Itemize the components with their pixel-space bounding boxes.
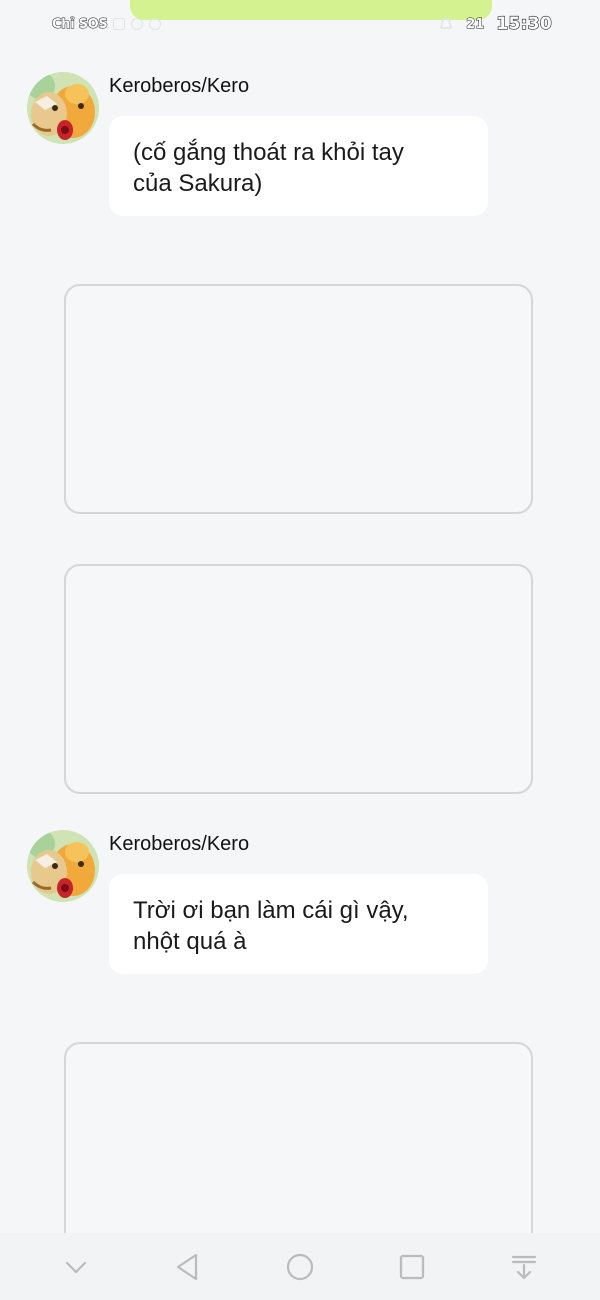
battery-level: 21 — [466, 16, 485, 32]
media-card[interactable] — [64, 564, 533, 794]
sim-icon — [113, 18, 126, 30]
carrier-label: Chỉ SOS — [51, 16, 108, 32]
recents-icon[interactable] — [387, 1242, 437, 1292]
sender-name: Keroberos/Kero — [109, 75, 250, 97]
status-right: 21 15:30 — [438, 13, 552, 35]
chat-screen: Chỉ SOS 21 15:30 Keroberos/Kero (cố gắng… — [0, 0, 600, 1300]
sender-name: Keroberos/Kero — [109, 833, 250, 855]
dock-down-icon[interactable] — [499, 1242, 549, 1292]
kero-avatar-icon[interactable] — [27, 72, 99, 144]
chevron-down-icon[interactable] — [51, 1242, 101, 1292]
message-bubble[interactable]: (cố gắng thoát ra khỏi tay của Sakura) — [109, 116, 488, 216]
app-notification-icon — [149, 18, 162, 30]
message-text-line: (cố gắng thoát ra khỏi tay — [133, 139, 404, 166]
kero-avatar-icon[interactable] — [27, 830, 99, 902]
back-icon[interactable] — [163, 1242, 213, 1292]
home-icon[interactable] — [275, 1242, 325, 1292]
clock: 15:30 — [496, 13, 553, 34]
message-text-line: của Sakura) — [133, 170, 263, 197]
media-card[interactable] — [64, 284, 533, 514]
navigation-bar — [0, 1233, 600, 1300]
message-text-line: Trời ơi bạn làm cái gì vậy, — [133, 897, 409, 924]
message-text-line: nhột quá à — [133, 928, 247, 955]
message-bubble[interactable]: Trời ơi bạn làm cái gì vậy, nhột quá à — [109, 874, 488, 974]
status-left: Chỉ SOS — [51, 14, 162, 34]
alarm-icon — [440, 17, 453, 29]
status-bar: Chỉ SOS 21 15:30 — [0, 0, 600, 48]
chat-notification-icon — [131, 18, 144, 30]
